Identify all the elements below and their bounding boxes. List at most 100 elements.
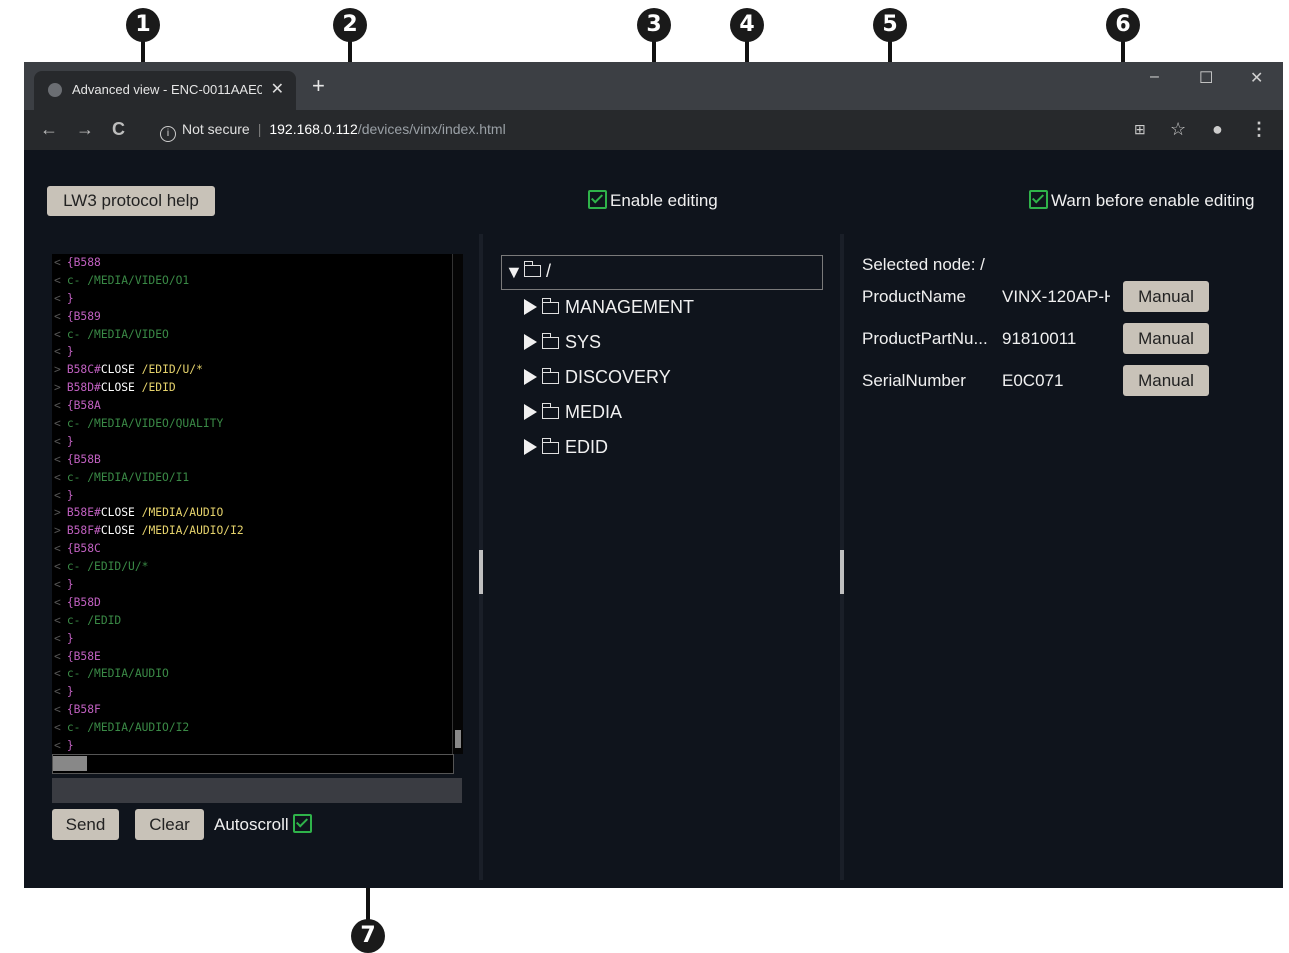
right-splitter-grip[interactable] bbox=[840, 550, 844, 594]
console-line: < c- /MEDIA/AUDIO bbox=[54, 667, 169, 681]
manual-button[interactable]: Manual bbox=[1123, 365, 1209, 396]
security-label: Not secure bbox=[182, 121, 250, 137]
console-horizontal-scrollbar[interactable] bbox=[52, 754, 454, 774]
tree-node-label: MEDIA bbox=[565, 402, 623, 422]
tree-node-label: DISCOVERY bbox=[565, 367, 671, 387]
bookmark-star-icon[interactable]: ☆ bbox=[1170, 119, 1186, 140]
maximize-button[interactable]: ☐ bbox=[1199, 68, 1213, 88]
enable-editing-checkbox[interactable] bbox=[588, 190, 607, 209]
manual-button[interactable]: Manual bbox=[1123, 281, 1209, 312]
property-value: 91810011 bbox=[1002, 329, 1077, 348]
browser-window: Advanced view - ENC-0011AAE0 ✕ + – ☐ ✕ ←… bbox=[24, 62, 1283, 888]
info-icon: i bbox=[160, 126, 176, 142]
globe-icon bbox=[48, 83, 62, 97]
console-line: < c- /MEDIA/VIDEO/O1 bbox=[54, 273, 190, 287]
console-line: < {B58C bbox=[54, 542, 101, 556]
tree-node-sys[interactable]: SYS bbox=[524, 332, 601, 353]
left-splitter[interactable] bbox=[479, 234, 483, 880]
console-line: > B58C#CLOSE /EDID/U/* bbox=[54, 363, 203, 377]
tree-node-label: SYS bbox=[565, 332, 602, 352]
console-line: < {B58B bbox=[54, 452, 101, 466]
browser-menu-icon[interactable]: ⋮ bbox=[1250, 119, 1268, 140]
lw3-protocol-help-button[interactable]: LW3 protocol help bbox=[47, 186, 215, 216]
console-output[interactable]: < {B588 < c- /MEDIA/VIDEO/O1 <} < {B589 < c- /ME… bbox=[52, 254, 462, 754]
console-line: < {B589 bbox=[54, 309, 101, 323]
autoscroll-toggle[interactable]: Autoscroll bbox=[214, 814, 315, 835]
folder-icon bbox=[541, 298, 559, 314]
clear-button[interactable]: Clear bbox=[135, 809, 204, 840]
url-path: /devices/vinx/index.html bbox=[357, 121, 506, 137]
warn-editing-checkbox[interactable] bbox=[1029, 190, 1048, 209]
tree-node-label: EDID bbox=[565, 437, 609, 457]
horizontal-scroll-thumb[interactable] bbox=[53, 756, 87, 771]
vertical-scroll-thumb[interactable] bbox=[455, 730, 461, 748]
console-line: <} bbox=[54, 631, 74, 645]
property-name: SerialNumber bbox=[862, 371, 966, 390]
address-bar: ← → C i Not secure | 192.168.0.112/devices/… bbox=[24, 110, 1283, 150]
account-icon[interactable]: ● bbox=[1212, 119, 1223, 140]
callout-2: 2 bbox=[333, 8, 367, 42]
back-button[interactable]: ← bbox=[40, 119, 58, 140]
tree-node-discovery[interactable]: DISCOVERY bbox=[524, 367, 671, 388]
new-tab-button[interactable]: + bbox=[312, 75, 325, 97]
folder-icon bbox=[541, 438, 559, 454]
browser-tab[interactable]: Advanced view - ENC-0011AAE0 ✕ bbox=[34, 71, 296, 110]
console-line: < c- /MEDIA/VIDEO bbox=[54, 327, 169, 341]
console-line: <} bbox=[54, 685, 74, 699]
tree-node-edid[interactable]: EDID bbox=[524, 437, 608, 458]
collapsed-triangle-icon bbox=[524, 404, 537, 420]
forward-button[interactable]: → bbox=[76, 119, 94, 140]
warn-editing-toggle[interactable]: Warn before enable editing bbox=[1029, 190, 1255, 211]
callout-4: 4 bbox=[730, 8, 764, 42]
minimize-button[interactable]: – bbox=[1150, 68, 1159, 86]
console-line: < {B58A bbox=[54, 399, 101, 413]
console-vertical-scrollbar[interactable] bbox=[452, 254, 463, 754]
property-value: E0C071 bbox=[1002, 371, 1064, 390]
translate-icon[interactable]: ⊞ bbox=[1134, 121, 1146, 138]
warn-editing-label: Warn before enable editing bbox=[1051, 191, 1255, 210]
console-line: < c- /EDID bbox=[54, 613, 122, 627]
tab-close-icon[interactable]: ✕ bbox=[271, 79, 284, 99]
console-line: <} bbox=[54, 739, 74, 753]
console-line: <} bbox=[54, 345, 74, 359]
selected-node-label: Selected node: / bbox=[862, 255, 985, 274]
title-bar: Advanced view - ENC-0011AAE0 ✕ + – ☐ ✕ bbox=[24, 62, 1283, 110]
console-line: <} bbox=[54, 434, 74, 448]
callout-6: 6 bbox=[1106, 8, 1140, 42]
close-window-button[interactable]: ✕ bbox=[1250, 68, 1263, 88]
console-line: <} bbox=[54, 578, 74, 592]
console-line: > B58D#CLOSE /EDID bbox=[54, 381, 176, 395]
tree-node-management[interactable]: MANAGEMENT bbox=[524, 297, 694, 318]
folder-icon bbox=[541, 333, 559, 349]
console-line: < c- /MEDIA/AUDIO/I2 bbox=[54, 721, 190, 735]
reload-button[interactable]: C bbox=[112, 119, 125, 140]
property-value: VINX-120AP-HDMI-ENC bbox=[1002, 287, 1110, 306]
collapsed-triangle-icon bbox=[524, 369, 537, 385]
url-host: 192.168.0.112 bbox=[269, 121, 358, 137]
send-button[interactable]: Send bbox=[52, 809, 119, 840]
callout-7: 7 bbox=[351, 919, 385, 953]
tree-node-label: MANAGEMENT bbox=[565, 297, 695, 317]
command-input[interactable] bbox=[52, 778, 462, 803]
console-line: < c- /EDID/U/* bbox=[54, 560, 149, 574]
callout-1: 1 bbox=[126, 8, 160, 42]
enable-editing-toggle[interactable]: Enable editing bbox=[588, 190, 718, 211]
console-line: < {B58D bbox=[54, 595, 101, 609]
url-field[interactable]: i Not secure | 192.168.0.112/devices/vinx/i… bbox=[160, 121, 506, 142]
tree-node-media[interactable]: MEDIA bbox=[524, 402, 622, 423]
enable-editing-label: Enable editing bbox=[610, 191, 718, 210]
autoscroll-checkbox[interactable] bbox=[293, 814, 313, 833]
console-line: <} bbox=[54, 488, 74, 502]
left-splitter-grip[interactable] bbox=[479, 550, 483, 594]
open-folder-icon bbox=[523, 261, 541, 277]
console-line: < {B58F bbox=[54, 703, 101, 717]
manual-button[interactable]: Manual bbox=[1123, 323, 1209, 354]
right-splitter[interactable] bbox=[840, 234, 844, 880]
collapsed-triangle-icon bbox=[524, 439, 537, 455]
tree-root-node[interactable]: ▼ / bbox=[501, 255, 823, 290]
callout-5: 5 bbox=[873, 8, 907, 42]
property-name: ProductName bbox=[862, 287, 966, 306]
collapsed-triangle-icon bbox=[524, 334, 537, 350]
autoscroll-label: Autoscroll bbox=[214, 815, 289, 834]
console-line: < c- /MEDIA/VIDEO/QUALITY bbox=[54, 417, 224, 431]
